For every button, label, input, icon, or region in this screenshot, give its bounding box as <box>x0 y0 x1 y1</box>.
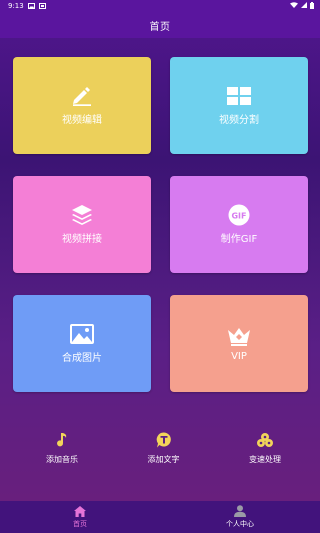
add-text-button[interactable]: 添加文字 <box>139 432 189 472</box>
compose-image-tile[interactable]: 合成图片 <box>13 295 151 392</box>
speed-icon <box>257 432 273 448</box>
page-title: 首页 <box>149 21 171 33</box>
tile-label: 视频编辑 <box>62 115 102 126</box>
nav-label: 个人中心 <box>226 520 254 528</box>
crown-icon <box>227 325 251 347</box>
bottom-nav: 首页 个人中心 <box>0 501 320 533</box>
person-icon <box>234 505 246 517</box>
tile-label: 视频拼接 <box>62 234 102 245</box>
image-icon <box>70 323 94 345</box>
tool-label: 变速处理 <box>249 455 281 464</box>
vip-tile[interactable]: VIP <box>170 295 308 392</box>
grid-split-icon <box>227 85 251 107</box>
status-right <box>290 1 314 11</box>
make-gif-tile[interactable]: GIF 制作GIF <box>170 176 308 273</box>
music-note-icon <box>54 432 70 448</box>
tool-label: 添加文字 <box>147 455 180 464</box>
nav-home[interactable]: 首页 <box>0 501 160 533</box>
nav-label: 首页 <box>73 520 87 528</box>
pencil-icon <box>70 85 94 107</box>
video-merge-tile[interactable]: 视频拼接 <box>13 176 151 273</box>
image-icon <box>27 3 35 9</box>
gif-icon-text: GIF <box>231 212 246 221</box>
nav-profile[interactable]: 个人中心 <box>160 501 320 533</box>
text-icon <box>156 432 172 448</box>
wifi-icon <box>290 2 298 10</box>
home-icon <box>74 505 86 517</box>
tile-label: VIP <box>231 351 247 362</box>
status-left: 9:13 <box>8 2 46 10</box>
status-time: 9:13 <box>8 2 24 10</box>
tool-label: 添加音乐 <box>46 455 78 464</box>
speed-change-button[interactable]: 变速处理 <box>240 432 290 472</box>
layers-icon <box>70 204 94 226</box>
app-header: 首页 <box>0 12 320 38</box>
status-bar: 9:13 <box>0 0 320 12</box>
signal-icon <box>301 2 307 10</box>
tile-label: 合成图片 <box>62 353 102 364</box>
video-split-tile[interactable]: 视频分割 <box>170 57 308 154</box>
tile-label: 视频分割 <box>219 115 259 126</box>
tile-label: 制作GIF <box>220 234 258 245</box>
battery-icon <box>310 1 314 11</box>
gallery-icon <box>38 3 46 9</box>
video-edit-tile[interactable]: 视频编辑 <box>13 57 151 154</box>
tools-row: 添加音乐 添加文字 变速处理 <box>0 432 320 472</box>
add-music-button[interactable]: 添加音乐 <box>37 432 87 472</box>
gif-icon: GIF <box>227 204 251 226</box>
